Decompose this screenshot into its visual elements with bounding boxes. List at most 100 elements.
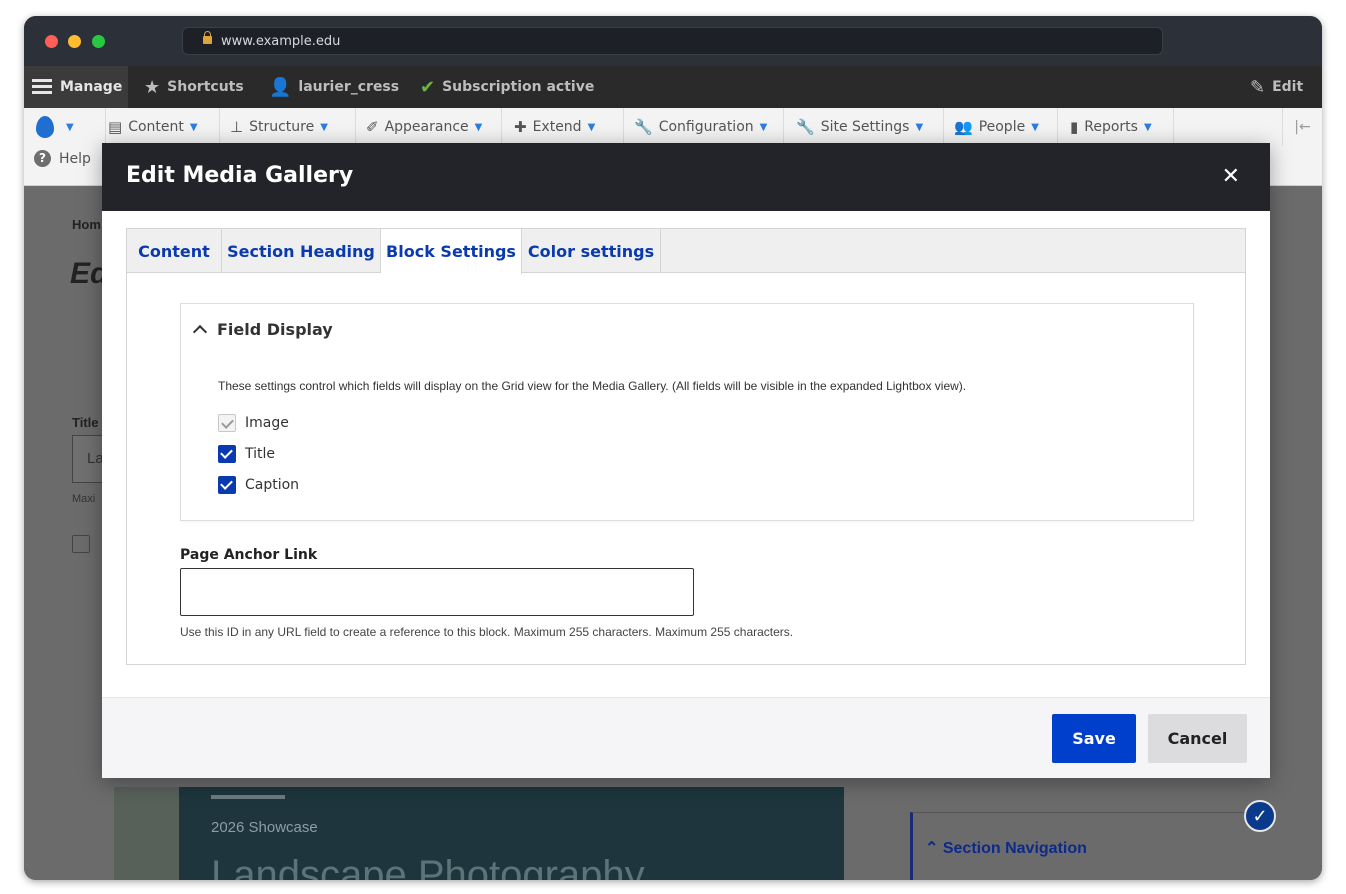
menu-item-label: People <box>978 119 1026 135</box>
paintbrush-icon: ✐ <box>366 118 379 136</box>
checkbox-title-box[interactable] <box>218 445 236 463</box>
subscription-label: Subscription active <box>442 79 595 95</box>
menu-item-configuration[interactable]: 🔧 Configuration ▼ <box>624 108 784 146</box>
cancel-button[interactable]: Cancel <box>1148 714 1247 763</box>
hamburger-icon <box>32 79 52 95</box>
wrench-icon: 🔧 <box>796 118 815 136</box>
checkbox-title[interactable]: Title <box>218 445 275 463</box>
anchor-field-hint: Use this ID in any URL field to create a… <box>180 625 794 639</box>
title-field-hint: Maxi <box>72 493 96 505</box>
chevron-down-icon: ▼ <box>1143 121 1152 133</box>
divider <box>211 795 285 799</box>
browser-chrome: www.example.edu <box>24 16 1322 66</box>
checkbox-caption[interactable]: Caption <box>218 476 299 494</box>
menu-item-label: Extend <box>532 119 582 135</box>
chevron-down-icon: ▼ <box>1031 121 1039 133</box>
collapse-toolbar-button[interactable]: |← <box>1282 108 1322 146</box>
edit-label: Edit <box>1272 79 1304 95</box>
question-icon: ? <box>34 150 51 167</box>
fieldset-description: These settings control which fields will… <box>218 379 967 393</box>
tab-block-settings[interactable]: Block Settings <box>381 229 522 274</box>
checkbox-caption-box[interactable] <box>218 476 236 494</box>
chevron-down-icon: ▼ <box>66 121 74 133</box>
checkbox-label: Caption <box>245 477 300 493</box>
anchor-field[interactable] <box>180 568 694 616</box>
chevron-up-icon <box>192 324 208 340</box>
menu-item-extend[interactable]: ✚ Extend ▼ <box>502 108 624 146</box>
puzzle-icon: ✚ <box>514 118 527 136</box>
checkbox-label: Title <box>245 446 276 462</box>
shortcuts-link[interactable]: ★ Shortcuts <box>144 66 244 108</box>
anchor-field-label: Page Anchor Link <box>180 547 318 563</box>
checkmark-icon: ✔ <box>420 76 436 98</box>
file-icon: ▤ <box>108 118 123 136</box>
chevron-down-icon: ▼ <box>587 121 596 133</box>
tab-content[interactable]: Content <box>127 229 222 273</box>
tab-section-heading[interactable]: Section Heading <box>222 229 381 273</box>
close-window-button[interactable] <box>45 35 58 48</box>
admin-toolbar: Manage ★ Shortcuts 👤 laurier_cress ✔ Sub… <box>24 66 1322 108</box>
menu-item-label: Content <box>128 119 184 135</box>
url-text: www.example.edu <box>221 34 341 49</box>
chevron-down-icon: ▼ <box>189 121 198 133</box>
drupal-logo-icon <box>36 116 54 138</box>
address-bar[interactable]: www.example.edu <box>182 27 1163 55</box>
breadcrumb: Hom <box>72 217 101 232</box>
menu-item-label: Configuration <box>658 119 754 135</box>
dialog-footer: Save Cancel <box>102 697 1270 778</box>
manage-toggle[interactable]: Manage <box>24 66 128 108</box>
section-navigation-panel: ⌃ Section Navigation <box>910 812 1272 880</box>
chevron-down-icon: ▼ <box>474 121 483 133</box>
maximize-window-button[interactable] <box>92 35 105 48</box>
edit-media-gallery-dialog: Edit Media Gallery ✕ Content Section Hea… <box>102 143 1270 778</box>
fieldset-legend: Field Display <box>217 320 333 339</box>
manage-label: Manage <box>60 79 123 95</box>
menu-item-reports[interactable]: ▮ Reports ▼ <box>1058 108 1174 146</box>
shortcuts-label: Shortcuts <box>167 79 244 95</box>
people-icon: 👥 <box>954 118 973 136</box>
close-icon[interactable]: ✕ <box>1222 165 1240 187</box>
menu-item-structure[interactable]: ⊥ Structure ▼ <box>220 108 356 146</box>
menu-item-label: Reports <box>1084 119 1138 135</box>
dialog-header: Edit Media Gallery ✕ <box>102 143 1270 211</box>
preview-title: Landscape Photography <box>211 853 645 880</box>
drupal-home-link[interactable]: ▼ <box>34 108 106 146</box>
background-checkbox <box>72 535 90 553</box>
chevron-down-icon: ▼ <box>915 121 924 133</box>
menu-item-label: Appearance <box>384 119 469 135</box>
menu-item-label: Structure <box>249 119 315 135</box>
minimize-window-button[interactable] <box>68 35 81 48</box>
menu-item-appearance[interactable]: ✐ Appearance ▼ <box>356 108 502 146</box>
assistant-check-icon[interactable]: ✓ <box>1244 800 1276 832</box>
bar-chart-icon: ▮ <box>1070 118 1079 136</box>
menu-item-people[interactable]: 👥 People ▼ <box>944 108 1058 146</box>
preview-image <box>114 787 179 880</box>
section-navigation-label: ⌃ Section Navigation <box>925 840 1087 857</box>
title-field-label: Title <box>72 415 99 430</box>
star-icon: ★ <box>144 76 161 98</box>
save-button[interactable]: Save <box>1052 714 1136 763</box>
wrench-icon: 🔧 <box>634 118 653 136</box>
menu-item-label: Site Settings <box>820 119 910 135</box>
checkbox-image[interactable]: Image <box>218 414 289 432</box>
tab-bar: Content Section Heading Block Settings C… <box>127 229 1245 274</box>
collapse-icon: |← <box>1294 119 1311 135</box>
menu-item-content[interactable]: ▤ Content ▼ <box>106 108 220 146</box>
edit-toggle[interactable]: ✎ Edit <box>1250 66 1303 108</box>
checkbox-image-box[interactable] <box>218 414 236 432</box>
menu-item-site-settings[interactable]: 🔧 Site Settings ▼ <box>784 108 944 146</box>
tab-panel: Content Section Heading Block Settings C… <box>126 228 1246 665</box>
checkbox-label: Image <box>245 415 289 431</box>
chevron-down-icon: ▼ <box>759 121 768 133</box>
subscription-status[interactable]: ✔ Subscription active <box>420 66 594 108</box>
user-icon: 👤 <box>269 76 292 98</box>
tab-color-settings[interactable]: Color settings <box>522 229 661 273</box>
user-link[interactable]: 👤 laurier_cress <box>269 66 399 108</box>
field-display-fieldset: Field Display These settings control whi… <box>180 303 1194 521</box>
lock-icon <box>203 31 212 44</box>
user-label: laurier_cress <box>298 79 400 95</box>
field-display-toggle[interactable]: Field Display <box>192 320 333 340</box>
help-link[interactable]: ? Help <box>34 150 91 167</box>
pencil-icon: ✎ <box>1250 76 1266 98</box>
chevron-down-icon: ▼ <box>320 121 328 133</box>
